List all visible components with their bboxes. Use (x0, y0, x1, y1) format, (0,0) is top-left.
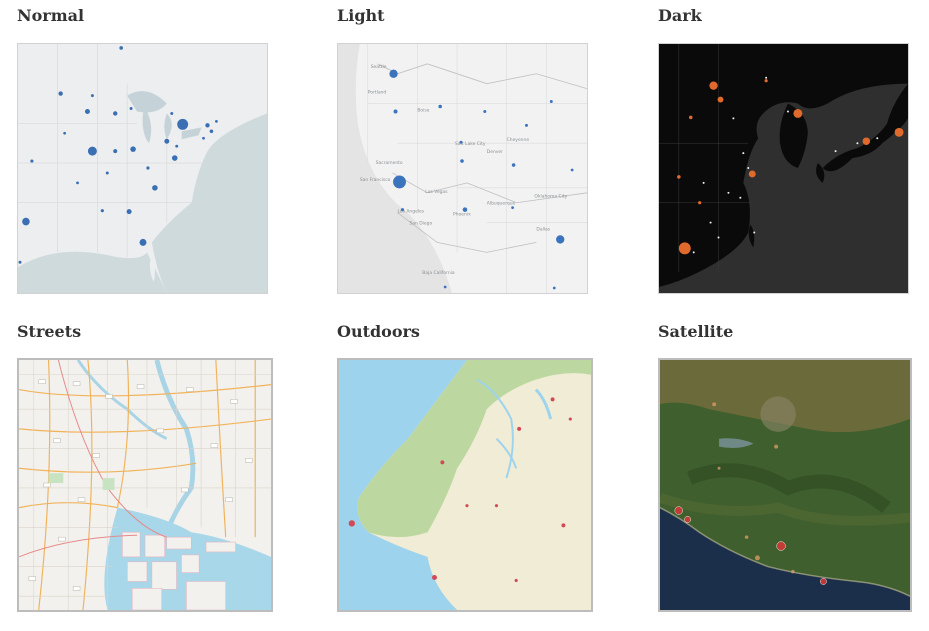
light-map-label: Albuquerque (487, 201, 516, 207)
streets-map-title: Streets (17, 322, 82, 341)
satellite-map-thumbnail[interactable] (658, 358, 912, 612)
normal-map-title: Normal (17, 6, 85, 25)
light-map-image: Seattle Portland Boise Sacramento San Fr… (338, 44, 587, 293)
light-map-label: Denver (487, 149, 503, 155)
satellite-map-title: Satellite (658, 322, 734, 341)
outdoors-map-thumbnail[interactable] (337, 358, 593, 612)
light-map-thumbnail[interactable]: Seattle Portland Boise Sacramento San Fr… (337, 43, 588, 294)
dark-map-title: Dark (658, 6, 702, 25)
light-map-label: San Diego (409, 221, 432, 227)
light-map-label: Las Vegas (425, 189, 448, 195)
light-map-label: Cheyenne (507, 137, 530, 143)
dark-map-image (659, 44, 908, 293)
light-map-label: Portland (368, 90, 387, 96)
light-map-label: Phoenix (453, 212, 471, 218)
streets-map-image (19, 360, 271, 610)
outdoors-map-image (339, 360, 591, 610)
light-map-label: San Francisco (360, 177, 391, 183)
light-map-label: Dallas (536, 227, 550, 233)
outdoors-map-title: Outdoors (337, 322, 420, 341)
light-map-label: Oklahoma City (534, 194, 567, 200)
light-map-label: Seattle (371, 64, 387, 70)
light-map-label: Boise (417, 107, 429, 113)
light-map-label: Baja California (422, 270, 455, 276)
dark-map-thumbnail[interactable] (658, 43, 909, 294)
light-map-title: Light (337, 6, 385, 25)
normal-map-image (18, 44, 267, 293)
streets-map-thumbnail[interactable] (17, 358, 273, 612)
light-map-label: Sacramento (376, 160, 403, 166)
normal-map-thumbnail[interactable] (17, 43, 268, 294)
satellite-map-image (660, 360, 910, 610)
